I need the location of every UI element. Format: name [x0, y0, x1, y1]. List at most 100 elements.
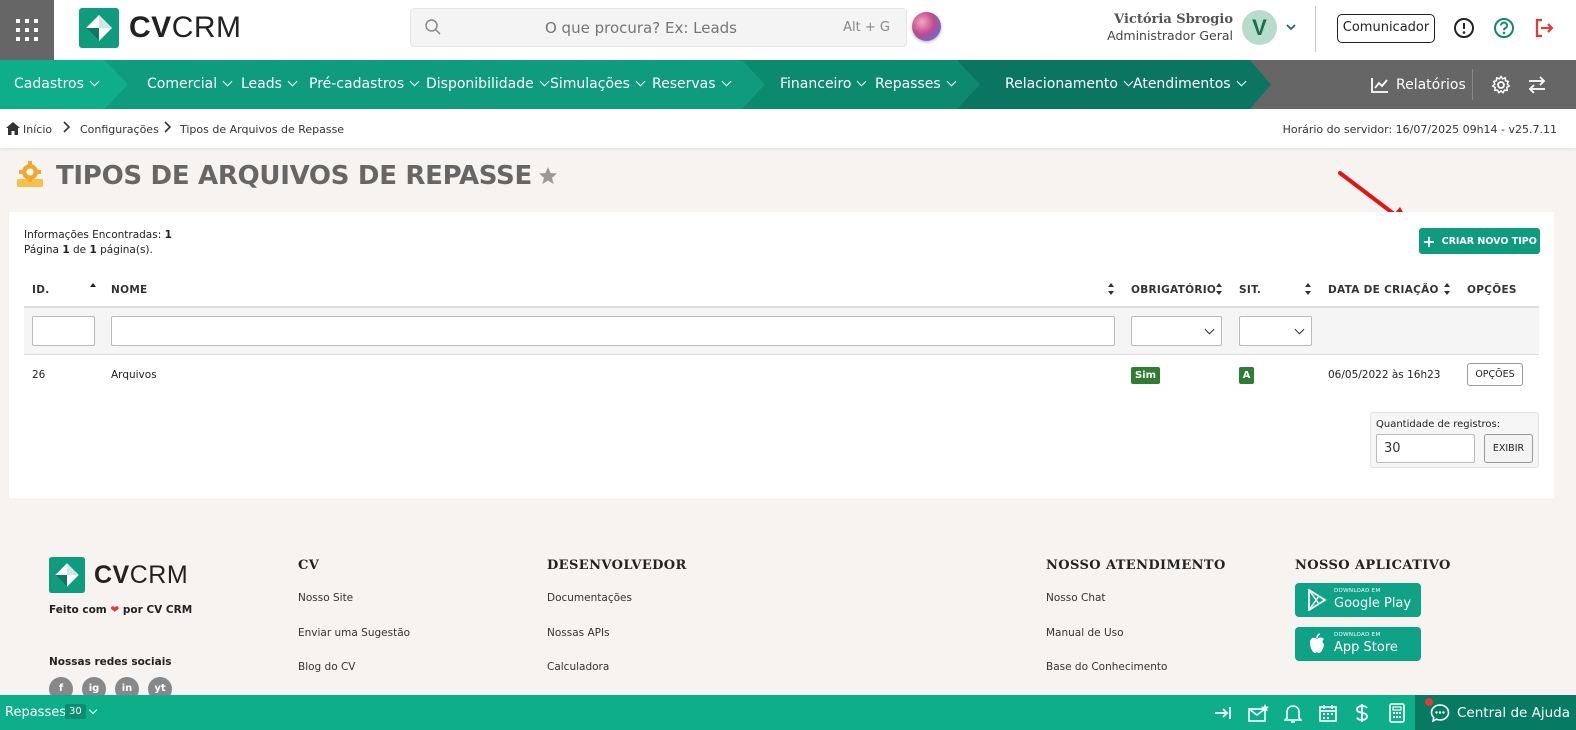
- nav-simulacoes[interactable]: Simulações: [550, 60, 646, 109]
- nav-label: Pré-cadastros: [309, 76, 405, 92]
- nav-pre-cadastros[interactable]: Pré-cadastros: [309, 60, 420, 109]
- avatar[interactable]: V: [1242, 10, 1277, 45]
- current-module[interactable]: Repasses: [5, 705, 66, 720]
- module-count-badge: 30: [65, 704, 86, 719]
- exibir-button[interactable]: EXIBIR: [1484, 434, 1533, 463]
- footer-link-calc[interactable]: Calculadora: [547, 661, 609, 673]
- footer-link-manual[interactable]: Manual de Uso: [1046, 627, 1124, 639]
- nav-label: Disponibilidade: [426, 76, 534, 92]
- favorite-star-icon[interactable]: [538, 166, 558, 186]
- filter-sit-select[interactable]: [1239, 316, 1312, 346]
- heart-icon: ❤: [110, 604, 120, 616]
- google-play-button[interactable]: DOWNLOAD EM Google Play: [1295, 583, 1421, 617]
- nav-cadastros[interactable]: Cadastros: [14, 60, 100, 109]
- help-icon[interactable]: [1493, 17, 1515, 39]
- global-search[interactable]: Alt + G: [410, 8, 907, 47]
- user-name: Victória Sbrogio: [1114, 12, 1233, 27]
- chevron-down-icon: [89, 76, 100, 87]
- create-new-type-button[interactable]: + CRIAR NOVO TIPO: [1419, 228, 1540, 254]
- footer-link-sugestao[interactable]: Enviar uma Sugestão: [298, 627, 410, 639]
- nav-disponibilidade[interactable]: Disponibilidade: [426, 60, 550, 109]
- comunicador-button[interactable]: Comunicador: [1337, 14, 1435, 43]
- page-current: 1: [62, 244, 70, 256]
- sort-icon[interactable]: [1215, 282, 1223, 296]
- page-suffix: página(s).: [100, 244, 153, 256]
- nav-reservas[interactable]: Reservas: [652, 60, 731, 109]
- nav-label: Cadastros: [14, 76, 84, 92]
- chevron-right-icon: [163, 121, 171, 133]
- chevron-down-icon[interactable]: [88, 705, 98, 715]
- footer-app-heading: NOSSO APLICATIVO: [1295, 558, 1451, 573]
- chevron-down-icon: [1294, 324, 1305, 335]
- cell-nome: Arquivos: [111, 369, 157, 381]
- nav-leads[interactable]: Leads: [241, 60, 298, 109]
- breadcrumb-configuracoes[interactable]: Configurações: [80, 123, 159, 136]
- cvcrm-logo[interactable]: CVCRM: [79, 8, 242, 48]
- footer-link-chat[interactable]: Nosso Chat: [1046, 592, 1106, 604]
- records-per-page: Quantidade de registros: 30 EXIBIR: [1370, 412, 1539, 468]
- nav-comercial[interactable]: Comercial: [147, 60, 233, 109]
- col-header-sit[interactable]: SIT.: [1239, 284, 1261, 296]
- app-store-button[interactable]: DOWNLOAD EM App Store: [1295, 627, 1421, 661]
- nav-repasses[interactable]: Repasses: [875, 60, 957, 109]
- mail-star-icon[interactable]: [1248, 703, 1270, 723]
- sort-icon[interactable]: [1443, 282, 1451, 296]
- search-shortcut: Alt + G: [843, 20, 890, 35]
- sort-asc-icon[interactable]: [89, 282, 97, 290]
- content-panel: Informações Encontradas: 1 Página 1 de 1…: [9, 212, 1554, 498]
- footer-link-base[interactable]: Base do Conhecimento: [1046, 661, 1167, 673]
- row-options-button[interactable]: OPÇÕES: [1467, 363, 1523, 386]
- chevron-right-icon: [62, 121, 70, 133]
- plus-icon: +: [1422, 231, 1436, 251]
- chevron-down-icon: [287, 76, 298, 87]
- col-header-id[interactable]: ID.: [32, 284, 50, 296]
- info-icon[interactable]: [1453, 17, 1475, 39]
- footer-link-blog[interactable]: Blog do CV: [298, 661, 356, 673]
- logout-icon[interactable]: [1533, 17, 1555, 39]
- nav-relatorios[interactable]: Relatórios: [1370, 60, 1466, 109]
- nav-relacionamento[interactable]: Relacionamento: [1005, 60, 1134, 109]
- filter-nome-input[interactable]: [111, 316, 1115, 346]
- made-by-text: por CV CRM: [122, 604, 193, 616]
- nav-label: Leads: [241, 76, 282, 92]
- col-header-obrigatorio[interactable]: OBRIGATÓRIO: [1131, 284, 1216, 296]
- chevron-down-icon: [721, 76, 731, 87]
- nav-label: Reservas: [652, 76, 716, 92]
- ai-assistant-orb-icon[interactable]: [912, 12, 941, 41]
- dollar-icon[interactable]: [1354, 703, 1370, 723]
- apps-grid-icon[interactable]: [0, 0, 54, 60]
- swap-arrows-icon[interactable]: [1527, 75, 1547, 95]
- records-input[interactable]: 30: [1376, 434, 1475, 463]
- bell-icon[interactable]: [1284, 703, 1302, 723]
- chevron-down-icon: [857, 76, 867, 87]
- help-center-button[interactable]: Central de Ajuda: [1415, 695, 1576, 730]
- results-info: Informações Encontradas: 1: [24, 229, 172, 241]
- top-bar: CVCRM Alt + G Victória Sbrogio Administr…: [0, 0, 1576, 60]
- collapse-right-icon[interactable]: [1213, 703, 1233, 723]
- chevron-down-icon[interactable]: [1285, 22, 1297, 32]
- server-time: Horário do servidor: 16/07/2025 09h14 - …: [1282, 123, 1557, 136]
- footer-link-docs[interactable]: Documentações: [547, 592, 632, 604]
- col-header-data[interactable]: DATA DE CRIAÇÃO: [1328, 284, 1439, 296]
- page-info: Página 1 de 1 página(s).: [24, 244, 153, 256]
- nav-label: Atendimentos: [1133, 76, 1231, 92]
- footer-link-apis[interactable]: Nossas APIs: [547, 627, 610, 639]
- sort-icon[interactable]: [1304, 282, 1312, 296]
- footer-link-site[interactable]: Nosso Site: [298, 592, 353, 604]
- nav-label: Financeiro: [780, 76, 852, 92]
- breadcrumb-inicio[interactable]: Início: [23, 123, 52, 136]
- calendar-icon[interactable]: [1318, 703, 1338, 723]
- nav-atendimentos[interactable]: Atendimentos: [1133, 60, 1247, 109]
- chevron-down-icon: [1204, 324, 1215, 335]
- nav-financeiro[interactable]: Financeiro: [780, 60, 867, 109]
- calculator-icon[interactable]: [1388, 703, 1406, 723]
- filter-obrigatorio-select[interactable]: [1131, 316, 1222, 346]
- button-label: CRIAR NOVO TIPO: [1441, 235, 1537, 247]
- filter-id-input[interactable]: [32, 316, 95, 346]
- home-icon[interactable]: [6, 122, 20, 135]
- search-input[interactable]: [451, 9, 831, 46]
- gear-icon[interactable]: [1491, 75, 1511, 95]
- user-info[interactable]: Victória Sbrogio Administrador Geral: [1096, 12, 1233, 43]
- col-header-nome[interactable]: NOME: [111, 284, 148, 296]
- sort-icon[interactable]: [1107, 282, 1115, 296]
